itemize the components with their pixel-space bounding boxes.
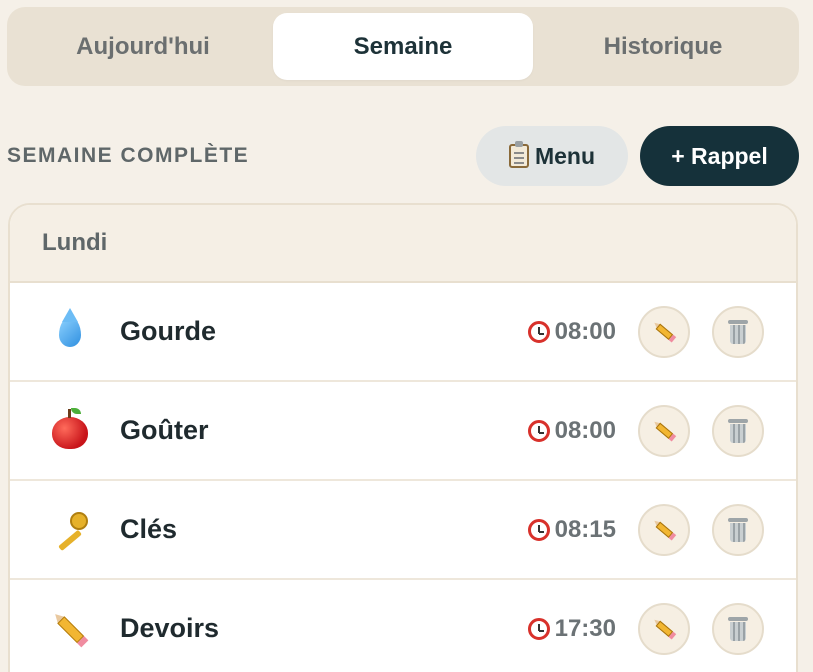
edit-button[interactable]	[638, 404, 690, 457]
reminder-row: Goûter 08:00	[10, 382, 796, 481]
alarm-clock-icon	[527, 518, 550, 541]
clipboard-icon	[508, 141, 529, 168]
view-tabs: Aujourd'hui Semaine Historique	[7, 7, 799, 86]
pencil-icon	[48, 607, 92, 651]
alarm-clock-icon	[527, 617, 550, 640]
reminder-row: Devoirs 17:30	[10, 580, 796, 672]
water-drop-icon	[48, 307, 92, 354]
reminder-row: Gourde 08:00	[10, 283, 796, 382]
trash-icon	[728, 319, 748, 344]
reminder-time: 08:00	[527, 416, 616, 445]
key-icon	[48, 508, 92, 552]
reminder-time-value: 08:00	[554, 317, 616, 345]
pencil-icon	[652, 419, 677, 442]
edit-button[interactable]	[638, 503, 690, 556]
pencil-icon	[652, 617, 677, 640]
reminder-label: Gourde	[120, 316, 217, 346]
menu-button-label: Menu	[534, 142, 596, 169]
edit-button[interactable]	[638, 602, 690, 655]
delete-button[interactable]	[712, 404, 764, 457]
alarm-clock-icon	[527, 419, 550, 442]
reminder-time: 17:30	[527, 614, 616, 643]
reminder-time-value: 17:30	[554, 614, 616, 642]
add-reminder-label: + Rappel	[671, 142, 768, 169]
add-reminder-button[interactable]: + Rappel	[640, 126, 799, 186]
tab-history[interactable]: Historique	[533, 13, 793, 80]
trash-icon	[728, 517, 748, 542]
delete-button[interactable]	[712, 305, 764, 358]
pencil-icon	[652, 320, 677, 343]
reminder-time: 08:00	[527, 317, 616, 346]
reminder-label: Goûter	[120, 415, 209, 445]
reminder-time: 08:15	[527, 515, 616, 544]
apple-icon	[48, 407, 92, 453]
day-card: Lundi Gourde 08:00 Goûter 08:00 Clés 08:…	[8, 203, 798, 672]
day-title: Lundi	[10, 205, 796, 283]
reminder-label: Clés	[120, 514, 178, 544]
menu-button[interactable]: Menu	[476, 126, 628, 186]
section-title: SEMAINE COMPLÈTE	[7, 144, 250, 167]
delete-button[interactable]	[712, 503, 764, 556]
edit-button[interactable]	[638, 305, 690, 358]
reminder-label: Devoirs	[120, 613, 220, 643]
trash-icon	[728, 616, 748, 641]
alarm-clock-icon	[527, 320, 550, 343]
reminder-row: Clés 08:15	[10, 481, 796, 580]
app-screen: Aujourd'hui Semaine Historique SEMAINE C…	[0, 0, 813, 672]
pencil-icon	[652, 518, 677, 541]
tab-week[interactable]: Semaine	[273, 13, 533, 80]
trash-icon	[728, 418, 748, 443]
delete-button[interactable]	[712, 602, 764, 655]
reminder-time-value: 08:00	[554, 416, 616, 444]
reminder-time-value: 08:15	[554, 515, 616, 543]
tab-today[interactable]: Aujourd'hui	[13, 13, 273, 80]
